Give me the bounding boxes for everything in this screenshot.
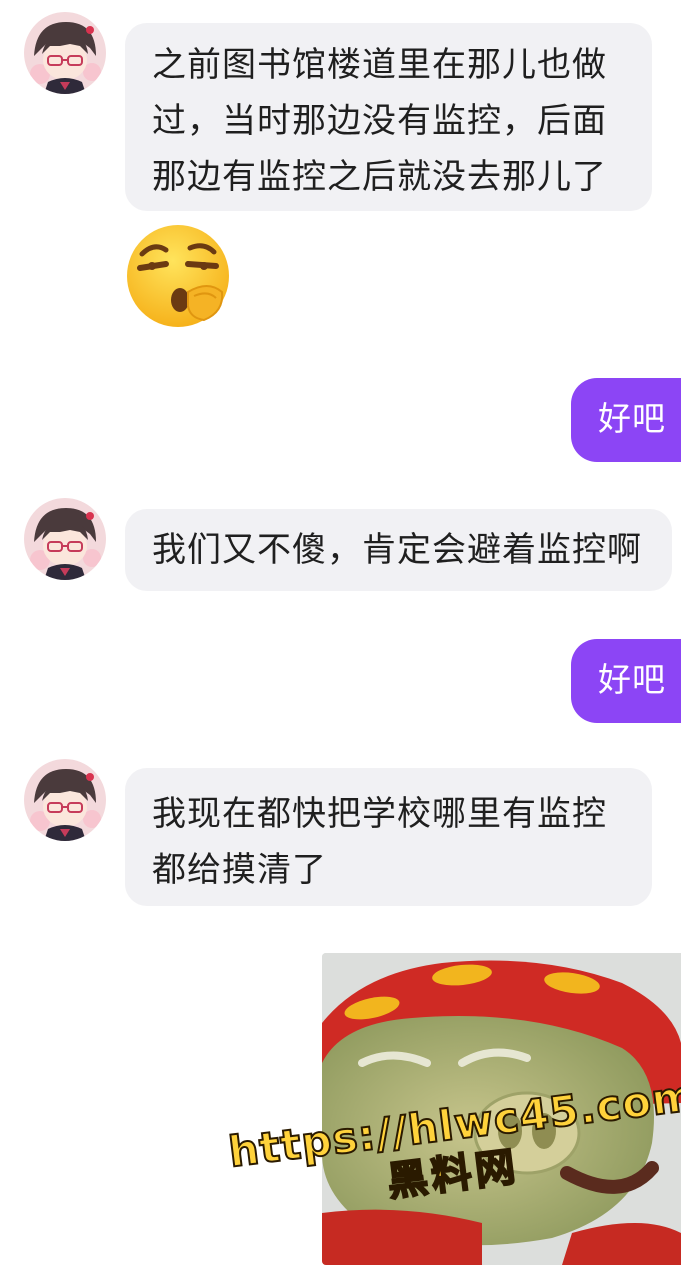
message-text: 之前图书馆楼道里在那儿也做过，当时那边没有监控，后面那边有监控之后就没去那儿了	[152, 45, 607, 197]
contact-avatar[interactable]	[24, 759, 106, 841]
contact-avatar[interactable]	[24, 12, 106, 94]
outgoing-message-bubble[interactable]: 好吧	[571, 378, 681, 462]
outgoing-message-bubble[interactable]: 好吧	[571, 639, 681, 723]
message-text: 好吧	[598, 660, 666, 699]
shush-face-emoji-icon	[124, 222, 236, 330]
message-text: 我现在都快把学校哪里有监控都给摸清了	[152, 794, 607, 890]
message-text: 好吧	[598, 399, 666, 438]
incoming-message-bubble[interactable]: 之前图书馆楼道里在那儿也做过，当时那边没有监控，后面那边有监控之后就没去那儿了	[125, 23, 652, 211]
incoming-message-bubble[interactable]: 我们又不傻，肯定会避着监控啊	[125, 509, 672, 591]
message-text: 我们又不傻，肯定会避着监控啊	[152, 530, 642, 570]
laughing-pig-sticker[interactable]	[322, 953, 681, 1265]
incoming-message-bubble[interactable]: 我现在都快把学校哪里有监控都给摸清了	[125, 768, 652, 906]
contact-avatar[interactable]	[24, 498, 106, 580]
